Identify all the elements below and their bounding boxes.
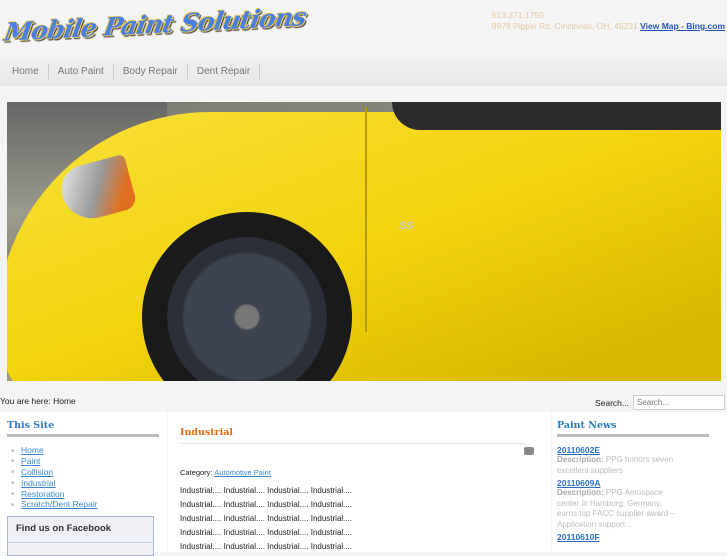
main-nav: Home Auto Paint Body Repair Dent Repair: [0, 58, 727, 86]
news-link[interactable]: 20110609A: [557, 478, 722, 488]
search-input[interactable]: [633, 395, 725, 410]
link-industrial[interactable]: Industrial: [21, 478, 56, 488]
view-map-link[interactable]: View Map - Bing.com: [640, 21, 725, 31]
breadcrumb-current: Home: [53, 396, 76, 406]
content-row: Industrial.... Industrial.... Industrial…: [180, 514, 353, 523]
category-label: Category:: [180, 468, 213, 477]
search-box: Search...: [595, 395, 725, 410]
nav-home[interactable]: Home: [3, 64, 49, 80]
facebook-box: Find us on Facebook: [7, 516, 154, 556]
link-restoration[interactable]: Restoration: [21, 489, 64, 499]
car-body: [7, 112, 721, 381]
car-window: [392, 102, 721, 130]
right-sidebar: Paint News 20110602E Description: PPG ho…: [552, 412, 727, 552]
breadcrumb: You are here: Home: [0, 396, 76, 406]
content-row: Industrial.... Industrial.... Industrial…: [180, 500, 353, 509]
nav-auto-paint[interactable]: Auto Paint: [49, 64, 114, 80]
article-title: Industrial: [180, 427, 525, 444]
category-link[interactable]: Automotive Paint: [214, 468, 271, 477]
link-scratch-dent[interactable]: Scratch/Dent Repair: [21, 499, 98, 509]
news-description: Description: PPG honors seven excellent …: [557, 455, 677, 476]
nav-body-repair[interactable]: Body Repair: [114, 64, 188, 80]
content-row: Industrial.... Industrial.... Industrial…: [180, 528, 353, 537]
category-line: Category: Automotive Paint: [180, 468, 539, 477]
facebook-title: Find us on Facebook: [8, 517, 153, 544]
left-sidebar: This Site Home Paint Collision Industria…: [0, 412, 167, 556]
search-label: Search...: [594, 397, 629, 408]
link-home[interactable]: Home: [21, 445, 44, 455]
ss-badge: SS: [399, 220, 414, 232]
link-paint[interactable]: Paint: [21, 456, 40, 466]
this-site-heading: This Site: [7, 420, 159, 437]
breadcrumb-label: You are here:: [0, 396, 51, 406]
main-content: Industrial Category: Automotive Paint In…: [168, 412, 551, 552]
paint-news-heading: Paint News: [557, 420, 709, 437]
link-collision[interactable]: Collision: [21, 467, 53, 477]
content-row: Industrial.... Industrial.... Industrial…: [180, 486, 353, 495]
news-link[interactable]: 20110610F: [557, 532, 722, 542]
print-icon[interactable]: [524, 447, 534, 455]
hero-image: SS: [7, 102, 721, 381]
contact-info: 513.371.1750 9978 Pippin Rd, Cincinnati,…: [492, 10, 725, 32]
car-door-line: [365, 107, 367, 332]
address: 9978 Pippin Rd, Cincinnati, OH, 45231: [491, 21, 638, 31]
nav-dent-repair[interactable]: Dent Repair: [188, 64, 261, 80]
description-label: Description:: [557, 488, 604, 497]
description-label: Description:: [557, 455, 604, 464]
site-logo[interactable]: Mobile Paint Solutions: [2, 2, 308, 47]
phone: 513.371.1750: [491, 10, 544, 20]
content-row: Industrial.... Industrial.... Industrial…: [180, 542, 353, 551]
news-link[interactable]: 20110602E: [557, 445, 722, 455]
news-description: Description: PPG Aerospace center in Ham…: [557, 488, 677, 530]
